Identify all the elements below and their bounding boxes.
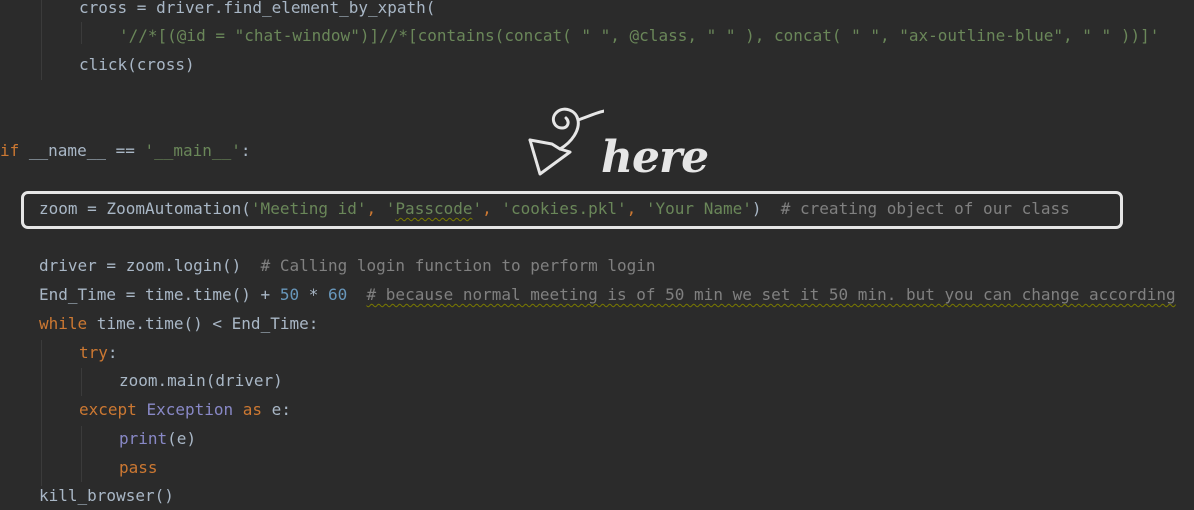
code-text: : <box>240 141 251 160</box>
code-text: : <box>107 343 118 362</box>
annotation-label: here <box>601 132 709 183</box>
code-line[interactable]: pass <box>119 457 158 479</box>
number-literal: 50 <box>279 285 300 304</box>
string-literal: '//*[(@id = "chat-window")]//*[contains(… <box>119 26 1160 45</box>
code-line[interactable]: cross = driver.find_element_by_xpath( <box>79 0 435 19</box>
string-literal: 'Your Name' <box>645 199 752 218</box>
code-text: kill_browser() <box>39 486 174 505</box>
code-text: End_Time = time.time() + <box>39 285 280 304</box>
code-text: driver = zoom.login() <box>39 256 261 275</box>
separator: , <box>366 199 386 218</box>
indent-guide <box>41 340 42 486</box>
code-text: e: <box>262 400 291 419</box>
code-line[interactable]: End_Time = time.time() + 50 * 60 # becau… <box>39 284 1176 306</box>
comment: # Calling login function to perform logi… <box>260 256 656 275</box>
code-line[interactable]: '//*[(@id = "chat-window")]//*[contains(… <box>119 25 1159 47</box>
code-line[interactable]: if __name__ == '__main__': <box>0 140 250 162</box>
string-literal-typo: Passcode <box>395 199 473 218</box>
code-line[interactable]: while time.time() < End_Time: <box>39 313 318 335</box>
code-line[interactable]: kill_browser() <box>39 485 174 507</box>
builtin-name: Exception <box>146 400 234 419</box>
indent-guide <box>81 426 82 482</box>
comment: # because normal meeting is of 50 min we… <box>366 285 1176 304</box>
code-line-highlighted[interactable]: zoom = ZoomAutomation('Meeting id', 'Pas… <box>39 198 1070 220</box>
code-text: (e) <box>167 429 197 448</box>
indent-guide <box>81 368 82 396</box>
code-text: ) <box>751 199 781 218</box>
code-text: cross = driver.find_element_by_xpath( <box>79 0 436 17</box>
string-quote: ' <box>472 199 483 218</box>
code-text: * <box>299 285 328 304</box>
code-text: __name__ == <box>19 141 145 160</box>
keyword: except <box>79 400 137 419</box>
code-line[interactable]: except Exception as e: <box>79 399 291 421</box>
code-text: time.time() < End_Time: <box>87 314 319 333</box>
code-line[interactable]: click(cross) <box>79 54 195 76</box>
keyword: while <box>39 314 88 333</box>
code-text: zoom = ZoomAutomation( <box>39 199 251 218</box>
code-line[interactable]: try: <box>79 342 118 364</box>
code-line[interactable]: driver = zoom.login() # Calling login fu… <box>39 255 656 277</box>
indent-guide <box>81 22 82 44</box>
keyword: pass <box>119 458 158 477</box>
separator: , <box>482 199 502 218</box>
string-literal: '__main__' <box>144 141 241 160</box>
string-literal: 'cookies.pkl' <box>501 199 627 218</box>
keyword: if <box>0 141 20 160</box>
separator: , <box>626 199 646 218</box>
comment: # creating object of our class <box>780 199 1070 218</box>
string-quote: ' <box>385 199 396 218</box>
code-line[interactable]: zoom.main(driver) <box>119 370 283 392</box>
code-line[interactable]: print(e) <box>119 428 196 450</box>
keyword: try <box>79 343 108 362</box>
indent-guide <box>41 0 42 80</box>
keyword: as <box>242 400 263 419</box>
builtin-name: print <box>119 429 168 448</box>
code-text: click(cross) <box>79 55 195 74</box>
curly-arrow-icon <box>528 107 604 176</box>
string-literal: 'Meeting id' <box>250 199 367 218</box>
code-editor[interactable]: cross = driver.find_element_by_xpath( '/… <box>0 0 1194 510</box>
here-annotation: here <box>524 104 709 184</box>
code-text: zoom.main(driver) <box>119 371 283 390</box>
number-literal: 60 <box>328 285 348 304</box>
